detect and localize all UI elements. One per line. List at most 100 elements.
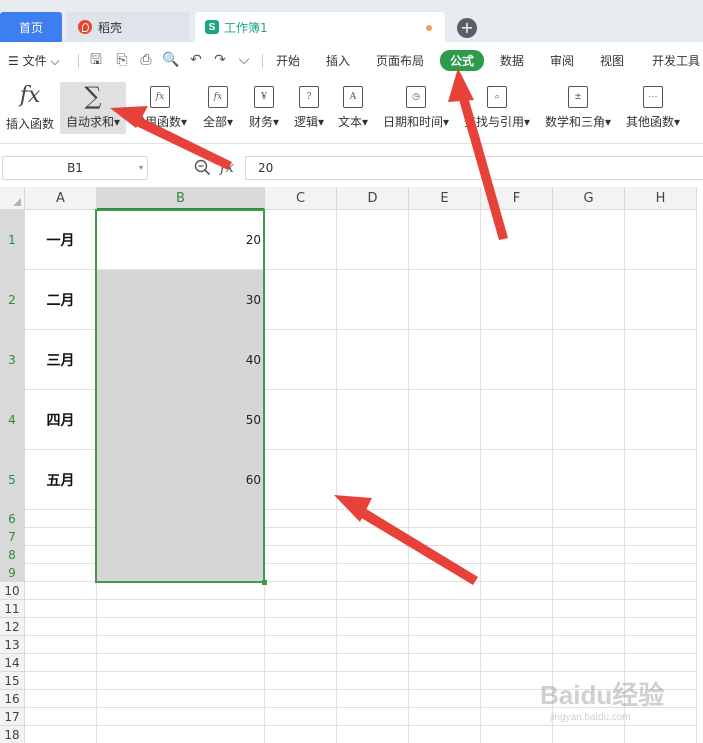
fx-icon[interactable]: fx [220,158,234,176]
row-header-1[interactable]: 1 [0,210,25,270]
cell-e15[interactable] [409,672,481,690]
cell-d17[interactable] [337,708,409,726]
cell-e9[interactable] [409,564,481,582]
all-functions-button[interactable]: fx 全部▾ [198,82,238,130]
name-box[interactable]: B1 ▾ [2,156,148,180]
cell-a12[interactable] [25,618,97,636]
cell-g11[interactable] [553,600,625,618]
cell-e10[interactable] [409,582,481,600]
cell-c5[interactable] [265,450,337,510]
cell-f12[interactable] [481,618,553,636]
cell-g10[interactable] [553,582,625,600]
menu-tab-formula[interactable]: 公式 [440,50,485,71]
cell-c12[interactable] [265,618,337,636]
cell-c6[interactable] [265,510,337,528]
math-functions-button[interactable]: ± 数学和三角▾ [542,82,614,130]
row-header-4[interactable]: 4 [0,390,25,450]
cell-d13[interactable] [337,636,409,654]
cell-g2[interactable] [553,270,625,330]
cell-a14[interactable] [25,654,97,672]
financial-functions-button[interactable]: ¥ 财务▾ [244,82,284,130]
cell-d15[interactable] [337,672,409,690]
tab-daoke[interactable]: 稻壳 [66,12,190,42]
row-header-3[interactable]: 3 [0,330,25,390]
cell-a10[interactable] [25,582,97,600]
cell-f14[interactable] [481,654,553,672]
cell-c2[interactable] [265,270,337,330]
cell-c11[interactable] [265,600,337,618]
cell-h13[interactable] [625,636,697,654]
cell-g12[interactable] [553,618,625,636]
print-preview-icon[interactable]: 🔍 [162,52,179,68]
cell-e17[interactable] [409,708,481,726]
undo-icon[interactable]: ↶ [188,52,204,68]
cell-g4[interactable] [553,390,625,450]
more-icon[interactable]: ⌵ [236,52,252,68]
cell-a18[interactable] [25,726,97,743]
cell-d9[interactable] [337,564,409,582]
cell-h2[interactable] [625,270,697,330]
cell-g14[interactable] [553,654,625,672]
cell-c13[interactable] [265,636,337,654]
cell-a4[interactable]: 四月 [25,390,97,450]
cell-f1[interactable] [481,210,553,270]
cell-e12[interactable] [409,618,481,636]
lookup-functions-button[interactable]: ⌕ 查找与引用▾ [461,82,533,130]
cell-a8[interactable] [25,546,97,564]
cell-f11[interactable] [481,600,553,618]
cell-f18[interactable] [481,726,553,743]
cell-d5[interactable] [337,450,409,510]
cell-f2[interactable] [481,270,553,330]
cell-f7[interactable] [481,528,553,546]
cell-g13[interactable] [553,636,625,654]
cell-f6[interactable] [481,510,553,528]
column-header-b[interactable]: B [97,187,265,210]
cell-g18[interactable] [553,726,625,743]
cell-h12[interactable] [625,618,697,636]
cell-e5[interactable] [409,450,481,510]
cell-e18[interactable] [409,726,481,743]
cell-a1[interactable]: 一月 [25,210,97,270]
cell-h6[interactable] [625,510,697,528]
autosum-button[interactable]: ∑ 自动求和▾ [60,82,126,134]
cell-b12[interactable] [97,618,265,636]
cell-d6[interactable] [337,510,409,528]
cell-b15[interactable] [97,672,265,690]
cell-b8[interactable] [97,546,265,564]
cell-e14[interactable] [409,654,481,672]
cell-f9[interactable] [481,564,553,582]
cell-b5[interactable]: 60 [97,450,265,510]
cell-f4[interactable] [481,390,553,450]
cell-e8[interactable] [409,546,481,564]
cell-b10[interactable] [97,582,265,600]
tab-workbook[interactable]: S 工作簿1 [195,12,445,42]
cell-a6[interactable] [25,510,97,528]
column-header-f[interactable]: F [481,187,553,210]
cell-d4[interactable] [337,390,409,450]
save-icon[interactable]: 🖫 [88,52,104,68]
cell-e6[interactable] [409,510,481,528]
cell-d11[interactable] [337,600,409,618]
other-functions-button[interactable]: ⋯ 其他函数▾ [622,82,684,130]
cell-e13[interactable] [409,636,481,654]
cell-e3[interactable] [409,330,481,390]
row-header-6[interactable]: 6 [0,510,25,528]
cell-a13[interactable] [25,636,97,654]
menu-tab-insert[interactable]: 插入 [326,52,350,69]
cell-g7[interactable] [553,528,625,546]
insert-function-button[interactable]: fx 插入函数 [4,82,56,132]
cell-a7[interactable] [25,528,97,546]
cell-h8[interactable] [625,546,697,564]
row-header-16[interactable]: 16 [0,690,25,708]
cell-h9[interactable] [625,564,697,582]
cell-e2[interactable] [409,270,481,330]
row-header-12[interactable]: 12 [0,618,25,636]
row-header-18[interactable]: 18 [0,726,25,743]
cell-d12[interactable] [337,618,409,636]
cell-b3[interactable]: 40 [97,330,265,390]
row-header-15[interactable]: 15 [0,672,25,690]
cell-a3[interactable]: 三月 [25,330,97,390]
column-header-e[interactable]: E [409,187,481,210]
cell-b1[interactable]: 20 [97,210,265,270]
cell-h5[interactable] [625,450,697,510]
